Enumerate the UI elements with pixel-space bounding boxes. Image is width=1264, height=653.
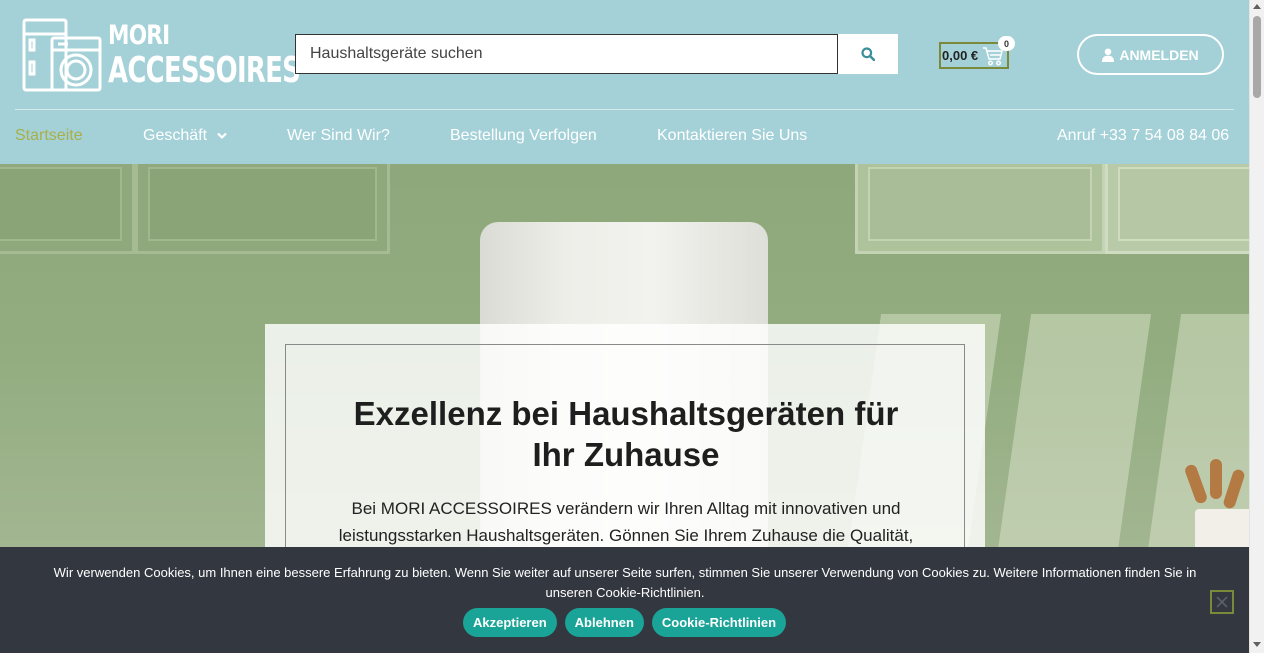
nav-item-wer-sind-wir[interactable]: Wer Sind Wir? <box>287 127 390 145</box>
cookie-banner: Wir verwenden Cookies, um Ihnen eine bes… <box>0 547 1249 653</box>
scrollbar-thumb[interactable] <box>1253 16 1261 98</box>
page-scrollbar[interactable] <box>1249 0 1264 653</box>
phone-number[interactable]: Anruf +33 7 54 08 84 06 <box>1057 127 1229 145</box>
cookie-decline-button[interactable]: Ablehnen <box>564 608 644 637</box>
chevron-down-icon <box>217 132 228 139</box>
nav-item-label: Geschäft <box>143 127 208 144</box>
cabinet-decor <box>135 164 390 254</box>
cookie-close-button[interactable] <box>1210 590 1234 614</box>
search-input[interactable] <box>296 35 837 73</box>
nav-item-geschaeft[interactable]: Geschäft <box>143 127 228 145</box>
cabinet-decor <box>855 164 1105 254</box>
nav-item-bestellung-verfolgen[interactable]: Bestellung Verfolgen <box>450 127 597 145</box>
cookie-message: Wir verwenden Cookies, um Ihnen eine bes… <box>53 565 1197 600</box>
site-header: MORI ACCESSOIRES 0,00 € 0 ANMELDEN <box>0 0 1249 164</box>
header-divider <box>15 109 1234 110</box>
search-icon <box>861 47 875 61</box>
logo-line2: ACCESSOIRES <box>108 50 301 91</box>
cookie-policy-button[interactable]: Cookie-Richtlinien <box>651 608 787 637</box>
hero-title-line1: Exzellenz bei Haushaltsgeräten für <box>353 395 899 432</box>
cart-count-badge: 0 <box>998 36 1015 51</box>
hero-description: Bei MORI ACCESSOIRES verändern wir Ihren… <box>338 499 914 545</box>
search-button[interactable] <box>838 34 898 74</box>
cookie-button-group: Akzeptieren Ablehnen Cookie-Richtlinien <box>0 608 1249 637</box>
cart-price: 0,00 € <box>942 48 979 63</box>
nav-item-startseite[interactable]: Startseite <box>15 127 83 145</box>
login-button[interactable]: ANMELDEN <box>1077 34 1224 75</box>
hero-title: Exzellenz bei Haushaltsgeräten für Ihr Z… <box>286 393 966 475</box>
washing-machine-logo-icon <box>22 18 102 92</box>
login-label: ANMELDEN <box>1119 46 1199 63</box>
user-icon <box>1102 48 1115 62</box>
scroll-down-arrow-icon[interactable] <box>1253 642 1261 647</box>
logo-line1: MORI <box>108 20 170 51</box>
hero-background-image <box>0 164 135 254</box>
close-icon <box>1216 596 1228 608</box>
scroll-up-arrow-icon[interactable] <box>1253 4 1261 9</box>
cookie-accept-button[interactable]: Akzeptieren <box>462 608 557 637</box>
nav-item-kontakt[interactable]: Kontaktieren Sie Uns <box>657 127 807 145</box>
cabinet-decor <box>1105 164 1249 254</box>
logo[interactable]: MORI ACCESSOIRES <box>22 18 301 92</box>
spoon-decor <box>1210 459 1222 499</box>
search-box <box>295 34 838 74</box>
hero-title-line2: Ihr Zuhause <box>532 436 720 473</box>
